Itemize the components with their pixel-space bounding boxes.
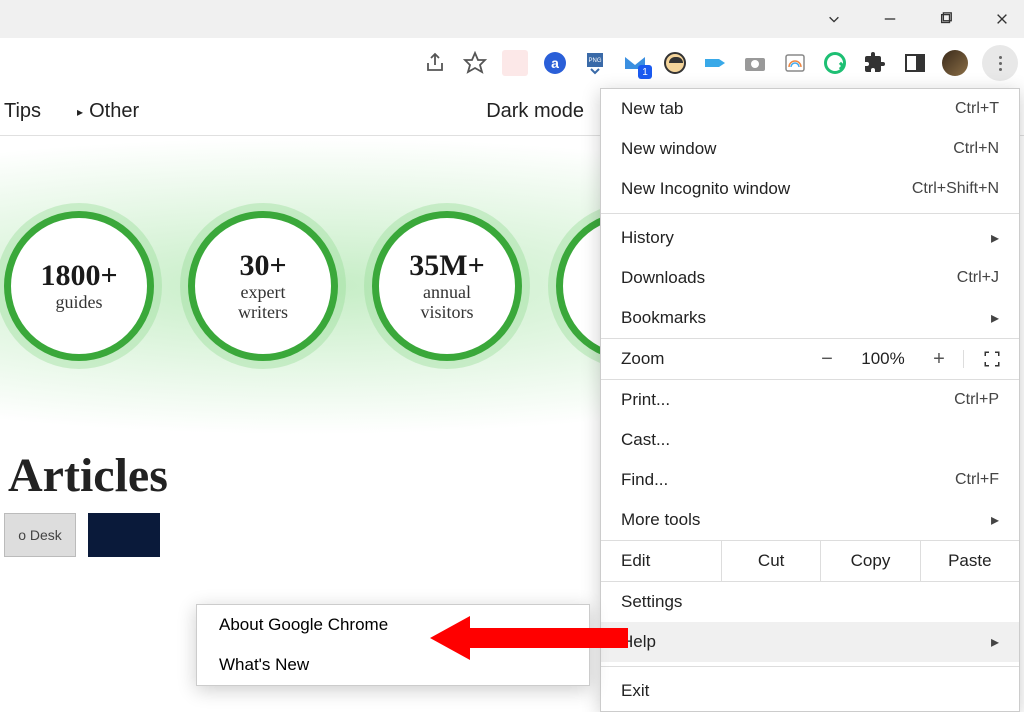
- extension-icon-tag[interactable]: [702, 50, 728, 76]
- extension-icon-rainbow[interactable]: [782, 50, 808, 76]
- fullscreen-button[interactable]: [963, 350, 1019, 368]
- help-submenu: About Google Chrome What's New: [196, 604, 590, 686]
- chrome-main-menu: New tabCtrl+T New windowCtrl+N New Incog…: [600, 88, 1020, 712]
- chevron-right-icon: ▸: [991, 510, 999, 530]
- menu-find[interactable]: Find...Ctrl+F: [601, 460, 1019, 500]
- side-panel-icon[interactable]: [902, 50, 928, 76]
- menu-bookmarks[interactable]: Bookmarks▸: [601, 298, 1019, 338]
- zoom-out-button[interactable]: −: [803, 348, 851, 371]
- share-icon[interactable]: [422, 50, 448, 76]
- menu-new-tab[interactable]: New tabCtrl+T: [601, 89, 1019, 129]
- menu-separator: [601, 666, 1019, 667]
- menu-print[interactable]: Print...Ctrl+P: [601, 380, 1019, 420]
- menu-more-tools[interactable]: More tools▸: [601, 500, 1019, 540]
- badge-count: 1: [638, 65, 652, 79]
- titlebar-chevron-icon[interactable]: [820, 5, 848, 33]
- window-titlebar: [0, 0, 1024, 38]
- menu-zoom-row: Zoom − 100% +: [601, 338, 1019, 380]
- menu-exit[interactable]: Exit: [601, 671, 1019, 711]
- menu-help[interactable]: Help▸: [601, 622, 1019, 662]
- stat-circle-guides: 1800+ guides: [4, 211, 154, 361]
- extension-icon-mail[interactable]: 1: [622, 50, 648, 76]
- stat-circle-visitors: 35M+ annual visitors: [372, 211, 522, 361]
- menu-cast[interactable]: Cast...: [601, 420, 1019, 460]
- article-thumb-2[interactable]: [88, 513, 160, 557]
- menu-new-incognito[interactable]: New Incognito windowCtrl+Shift+N: [601, 169, 1019, 209]
- submenu-whats-new[interactable]: What's New: [197, 645, 589, 685]
- chevron-right-icon: ▸: [991, 228, 999, 248]
- extension-icon-png[interactable]: PNG: [582, 50, 608, 76]
- chrome-menu-button[interactable]: [982, 45, 1018, 81]
- article-thumb-1[interactable]: o Desk: [4, 513, 76, 557]
- star-icon[interactable]: [462, 50, 488, 76]
- zoom-label: Zoom: [601, 349, 803, 369]
- extension-icon-grammarly[interactable]: [822, 50, 848, 76]
- menu-new-window[interactable]: New windowCtrl+N: [601, 129, 1019, 169]
- menu-edit-row: Edit Cut Copy Paste: [601, 540, 1019, 582]
- menu-separator: [601, 213, 1019, 214]
- zoom-in-button[interactable]: +: [915, 348, 963, 371]
- stat-circle-writers: 30+ expert writers: [188, 211, 338, 361]
- extensions-puzzle-icon[interactable]: [862, 50, 888, 76]
- dark-mode-toggle[interactable]: Dark mode: [486, 100, 584, 123]
- window-maximize-button[interactable]: [932, 5, 960, 33]
- window-close-button[interactable]: [988, 5, 1016, 33]
- extension-icon-camera[interactable]: [742, 50, 768, 76]
- window-minimize-button[interactable]: [876, 5, 904, 33]
- extension-icon-person[interactable]: [662, 50, 688, 76]
- edit-copy-button[interactable]: Copy: [820, 541, 919, 581]
- browser-toolbar: a PNG 1: [0, 38, 1024, 88]
- profile-avatar[interactable]: [942, 50, 968, 76]
- submenu-about-chrome[interactable]: About Google Chrome: [197, 605, 589, 645]
- caret-icon: ▸: [77, 105, 83, 119]
- extension-icon-1[interactable]: [502, 50, 528, 76]
- nav-item-other[interactable]: ▸Other: [77, 100, 139, 123]
- zoom-value: 100%: [851, 349, 915, 369]
- nav-item-tips[interactable]: Tips: [4, 100, 41, 123]
- extension-icon-a[interactable]: a: [542, 50, 568, 76]
- edit-cut-button[interactable]: Cut: [721, 541, 820, 581]
- menu-downloads[interactable]: DownloadsCtrl+J: [601, 258, 1019, 298]
- edit-label: Edit: [601, 551, 721, 571]
- kebab-icon: [999, 56, 1002, 71]
- menu-settings[interactable]: Settings: [601, 582, 1019, 622]
- menu-history[interactable]: History▸: [601, 218, 1019, 258]
- chevron-right-icon: ▸: [991, 632, 999, 652]
- chevron-right-icon: ▸: [991, 308, 999, 328]
- svg-text:PNG: PNG: [588, 58, 601, 64]
- edit-paste-button[interactable]: Paste: [920, 541, 1019, 581]
